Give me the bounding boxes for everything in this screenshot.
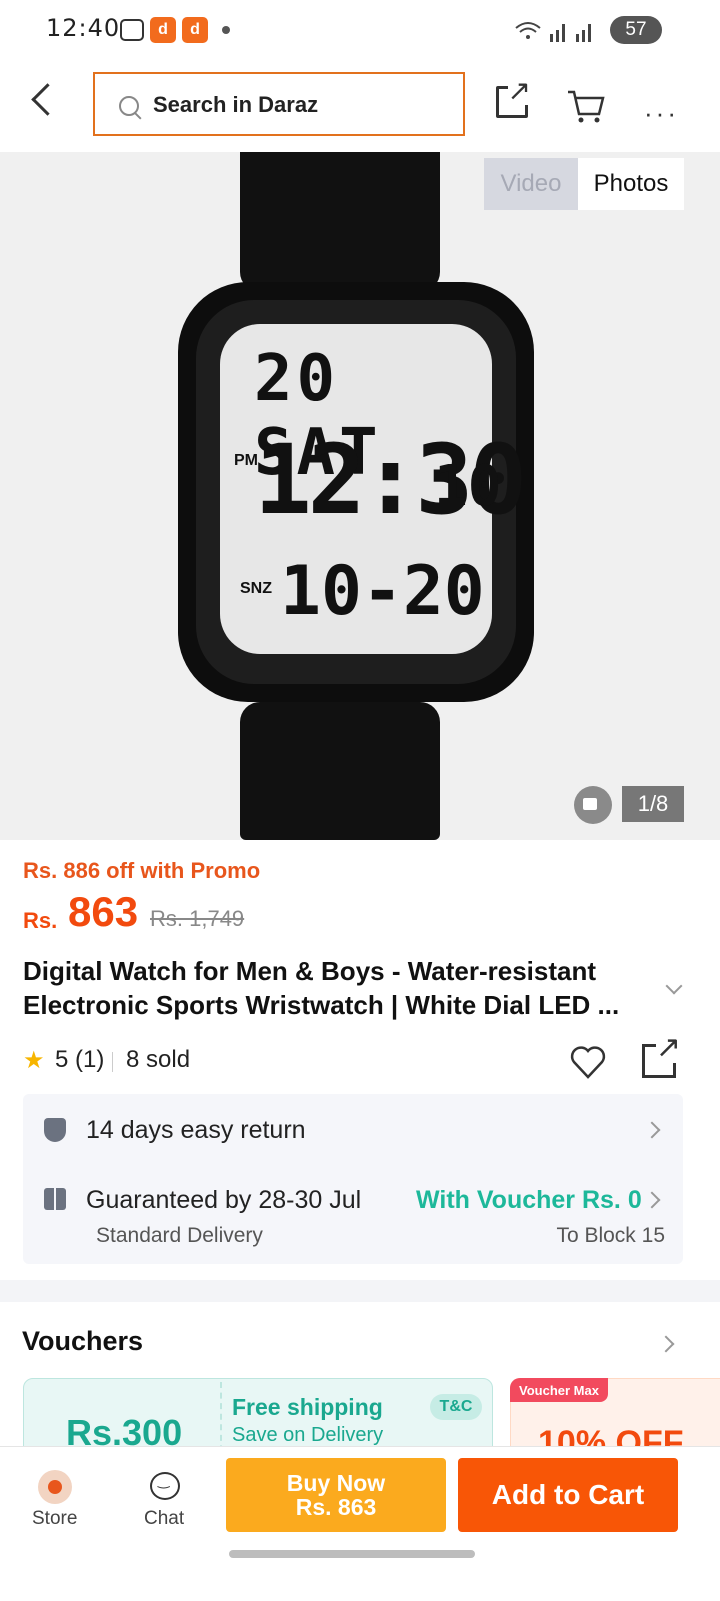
voucher-max-badge: Voucher Max — [510, 1378, 608, 1402]
voucher-subtitle: Save on Delivery — [232, 1424, 384, 1446]
sold-count: 8 sold — [126, 1046, 191, 1073]
product-image[interactable]: 20 SAT PM 12:30 10 SNZ 10-20 — [0, 152, 720, 840]
wifi-signal-icon — [515, 22, 591, 42]
shield-icon — [44, 1118, 66, 1142]
watch-strap — [240, 152, 440, 292]
vouchers-title: Vouchers — [22, 1326, 144, 1356]
search-icon — [119, 96, 139, 116]
chat-icon[interactable] — [150, 1472, 180, 1500]
search-input[interactable]: Search in Daraz — [93, 72, 465, 136]
delivery-type: Standard Delivery — [96, 1224, 263, 1247]
more-options-icon[interactable]: ··· — [644, 98, 679, 129]
share-icon-product[interactable] — [642, 1033, 681, 1078]
search-placeholder: Search in Daraz — [153, 92, 319, 117]
lcd-seconds: 10 — [434, 454, 502, 519]
delivery-voucher[interactable]: With Voucher Rs. 0 — [416, 1186, 642, 1215]
delivery-date[interactable]: Guaranteed by 28-30 Jul — [86, 1186, 361, 1215]
lcd-snz: SNZ — [240, 580, 272, 597]
watch-display: 20 SAT PM 12:30 10 SNZ 10-20 — [220, 324, 527, 654]
status-time: 12:40 — [46, 14, 121, 42]
star-icon: ★ — [23, 1047, 45, 1074]
voucher-tc-badge[interactable]: T&C — [430, 1394, 482, 1420]
divider — [112, 1052, 113, 1072]
share-icon[interactable] — [496, 77, 532, 118]
return-policy[interactable]: 14 days easy return — [86, 1116, 306, 1145]
delivery-icon — [44, 1188, 66, 1210]
delivery-destination: To Block 15 — [556, 1224, 665, 1247]
signal-icons — [514, 18, 600, 44]
promo-text: Rs. 886 off with Promo — [23, 858, 261, 883]
price-value: 863 — [68, 888, 139, 935]
more-notifications-icon — [222, 26, 230, 34]
add-to-cart-button[interactable]: Add to Cart — [458, 1458, 678, 1532]
watch-strap-bottom — [240, 702, 440, 840]
home-indicator[interactable] — [229, 1550, 475, 1558]
video-camera-icon[interactable] — [574, 786, 612, 824]
lcd-bottom: 10-20 — [280, 552, 485, 631]
voucher-headline: Free shipping — [232, 1394, 383, 1420]
buy-now-price: Rs. 863 — [295, 1494, 377, 1520]
cart-icon[interactable] — [566, 86, 606, 126]
buy-now-label: Buy Now — [286, 1470, 386, 1496]
store-label[interactable]: Store — [32, 1508, 77, 1530]
daraz-app-icon: d — [150, 17, 176, 43]
store-icon[interactable] — [38, 1470, 72, 1504]
buy-now-button[interactable]: Buy Now Rs. 863 — [226, 1458, 446, 1532]
tab-video[interactable]: Video — [484, 158, 578, 210]
daraz-app-icon-2: d — [182, 17, 208, 43]
status-notifications: d d — [120, 17, 230, 43]
chat-label[interactable]: Chat — [144, 1508, 184, 1530]
tab-photos[interactable]: Photos — [578, 158, 684, 210]
product-title[interactable]: Digital Watch for Men & Boys - Water-res… — [23, 954, 663, 1022]
original-price: Rs. 1,749 — [150, 906, 245, 931]
image-counter: 1/8 — [622, 786, 684, 822]
screenshot-icon — [120, 19, 144, 41]
price-currency: Rs. — [23, 908, 58, 933]
rating-value[interactable]: 5 (1) — [55, 1046, 104, 1074]
battery-indicator: 57 — [610, 16, 662, 44]
heart-icon[interactable] — [568, 1042, 608, 1082]
